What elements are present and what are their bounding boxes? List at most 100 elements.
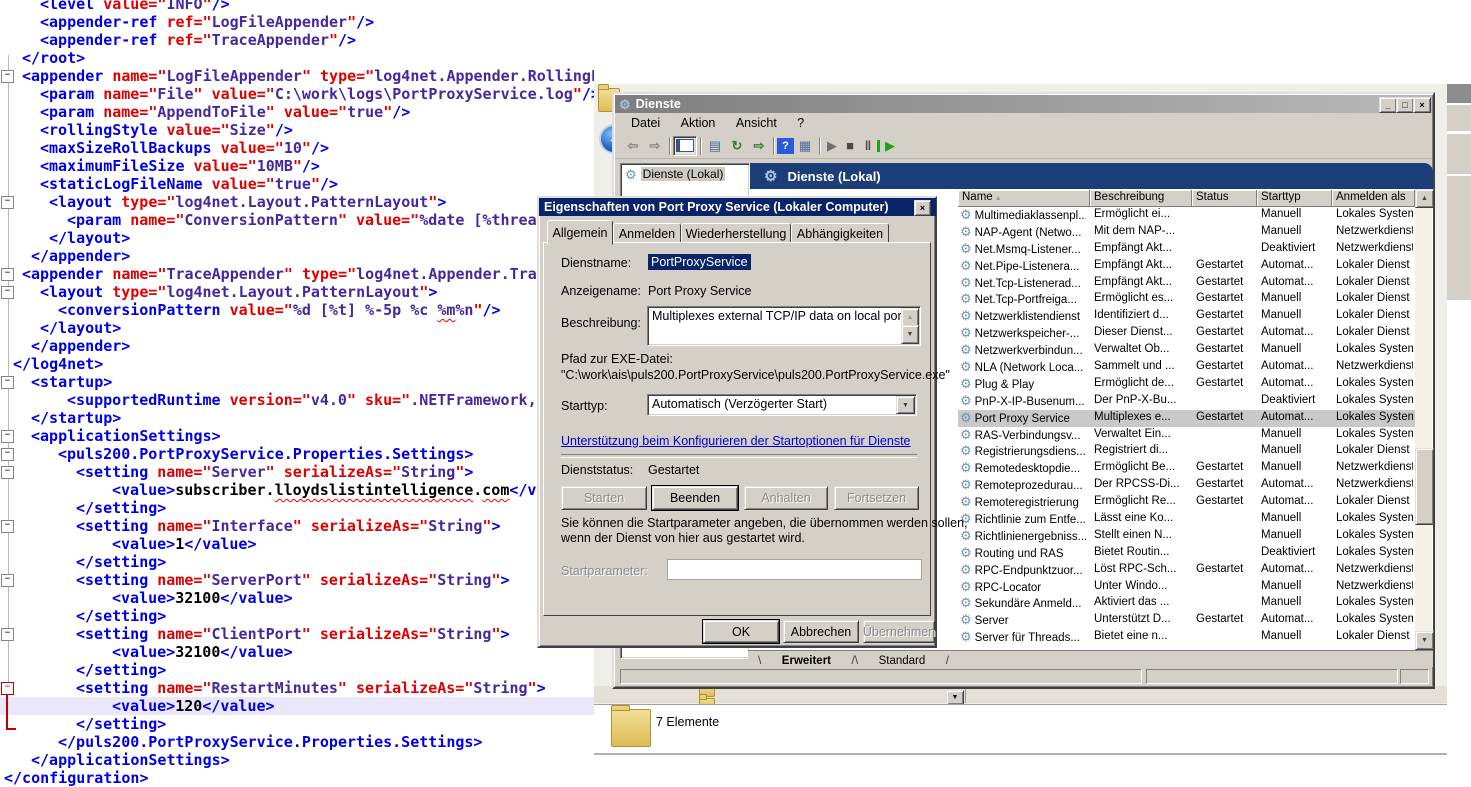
fold-toggle-icon[interactable]: − xyxy=(1,70,14,83)
outline-margin-line xyxy=(8,55,9,695)
show-console-tree-icon[interactable] xyxy=(673,136,697,156)
explorer-combo-dropdown-button[interactable]: ▼ xyxy=(946,690,964,705)
dialog-titlebar: Eigenschaften von Port Proxy Service (Lo… xyxy=(539,198,936,216)
refresh-icon[interactable]: ↻ xyxy=(726,136,748,156)
help-icon[interactable]: ? xyxy=(777,138,794,154)
taskpad-icon[interactable]: ▦ xyxy=(794,136,816,156)
table-row[interactable]: ⚙Remotedesktopdie...Ermöglicht Be...Gest… xyxy=(958,460,1415,477)
code-line: <value>subscriber.lloydslistintelligence… xyxy=(0,481,594,499)
service-name-value[interactable]: PortProxyService xyxy=(648,254,751,270)
table-row[interactable]: ⚙Netzwerkverbindun...Verwaltet Ob...Gest… xyxy=(958,342,1415,359)
cancel-button[interactable]: Abbrechen xyxy=(783,620,859,643)
fold-toggle-icon[interactable]: − xyxy=(1,196,14,209)
column-header-anmelden-als[interactable]: Anmelden als xyxy=(1332,190,1415,207)
table-row[interactable]: ⚙NAP-Agent (Netwo...Mit dem NAP-...Manue… xyxy=(958,224,1415,241)
table-row[interactable]: ⚙Richtlinie zum Entfe...Lässt eine Ko...… xyxy=(958,511,1415,528)
table-row[interactable]: ⚙Sekundäre Anmeld...Aktiviert das ...Man… xyxy=(958,595,1415,612)
export-list-icon[interactable]: ⇨ xyxy=(748,136,770,156)
dialog-close-button[interactable]: × xyxy=(914,200,931,216)
properties-icon[interactable]: ▤ xyxy=(704,136,726,156)
description-label: Beschreibung: xyxy=(561,316,641,330)
fold-toggle-icon[interactable]: − xyxy=(1,286,14,299)
table-row[interactable]: ⚙NetzwerklistendienstIdentifiziert d...G… xyxy=(958,308,1415,325)
xml-code-editor[interactable]: <level value="INFO"/><appender-ref ref="… xyxy=(0,0,594,787)
cell: Ermöglicht de... xyxy=(1094,377,1190,389)
table-row-selected[interactable]: ⚙Port Proxy ServiceMultiplexes e...Gesta… xyxy=(958,410,1415,427)
code-line: <param name="ConversionPattern" value="%… xyxy=(0,211,594,229)
minimize-button[interactable]: _ xyxy=(1379,97,1397,113)
restart-service-icon[interactable]: ▶ xyxy=(877,140,900,152)
table-row[interactable]: ⚙PnP-X-IP-Busenum...Der PnP-X-Bu...Deakt… xyxy=(958,393,1415,410)
table-row[interactable]: ⚙Routing und RASBietet Routin...Deaktivi… xyxy=(958,545,1415,562)
table-row[interactable]: ⚙NLA (Network Loca...Sammelt und ...Gest… xyxy=(958,359,1415,376)
table-row[interactable]: ⚙Net.Pipe-Listenera...Empfängt Akt...Ges… xyxy=(958,258,1415,275)
view-tab-standard[interactable]: Standard xyxy=(863,654,942,667)
scroll-up-button[interactable]: ▲ xyxy=(1415,189,1434,208)
table-row[interactable]: ⚙RAS-Verbindungsv...Verwaltet Ein...Manu… xyxy=(958,427,1415,444)
fold-toggle-icon[interactable]: − xyxy=(1,268,14,281)
pause-service-icon[interactable]: ‖ xyxy=(859,136,877,156)
maximize-button[interactable]: □ xyxy=(1396,97,1414,113)
table-row[interactable]: ⚙Registrierungsdiens...Registriert di...… xyxy=(958,443,1415,460)
view-tab-erweitert[interactable]: Erweitert xyxy=(766,654,847,667)
cell: Lokales System xyxy=(1336,428,1413,440)
table-row[interactable]: ⚙Remoteprozedurau...Der RPCSS-Di...Gesta… xyxy=(958,477,1415,494)
scroll-down-button[interactable]: ▼ xyxy=(1415,631,1434,650)
table-row[interactable]: ⚙ServerUnterstützt D...GestartetAutomat.… xyxy=(958,612,1415,629)
column-header-starttyp[interactable]: Starttyp xyxy=(1257,190,1332,207)
fold-toggle-icon[interactable]: − xyxy=(1,520,14,533)
table-row[interactable]: ⚙Netzwerkspeicher-...Dieser Dienst...Ges… xyxy=(958,325,1415,342)
table-row[interactable]: ⚙Net.Tcp-Portfreiga...Ermöglicht es...Ge… xyxy=(958,291,1415,308)
fold-toggle-icon[interactable]: − xyxy=(1,574,14,587)
back-icon[interactable]: ⇦ xyxy=(622,136,644,156)
table-row[interactable]: ⚙Multimediaklassenpl...Ermöglicht ei...M… xyxy=(958,207,1415,224)
column-header-status[interactable]: Status xyxy=(1192,190,1257,207)
table-row[interactable]: ⚙RPC-Endpunktzuor...Löst RPC-Sch...Gesta… xyxy=(958,562,1415,579)
column-header-beschreibung[interactable]: Beschreibung xyxy=(1090,190,1192,207)
column-header-name[interactable]: Name ▲ xyxy=(958,190,1090,207)
starttype-combobox[interactable]: Automatisch (Verzögerter Start) ▼ xyxy=(647,394,917,416)
service-gear-icon: ⚙ xyxy=(960,208,972,222)
start-params-input[interactable] xyxy=(667,559,922,580)
start-service-icon[interactable]: ▶ xyxy=(823,136,841,156)
startup-options-help-link[interactable]: Unterstützung beim Konfigurieren der Sta… xyxy=(561,434,911,448)
resume-button[interactable]: Fortsetzen xyxy=(834,486,919,510)
menu-datei[interactable]: Datei xyxy=(623,114,668,132)
cell: Netzwerkdienst xyxy=(1336,360,1413,372)
starttype-dropdown-button[interactable]: ▼ xyxy=(896,396,915,414)
table-row[interactable]: ⚙RPC-LocatorUnter Windo...ManuellNetzwer… xyxy=(958,579,1415,596)
fold-toggle-icon[interactable]: − xyxy=(1,430,14,443)
exe-path-value: "C:\work\ais\puls200.PortProxyService\pu… xyxy=(561,368,950,382)
cell: Lokales System xyxy=(1336,546,1413,558)
table-row[interactable]: ⚙RemoteregistrierungErmöglicht Re...Gest… xyxy=(958,494,1415,511)
table-row[interactable]: ⚙Net.Msmq-Listener...Empfängt Akt...Deak… xyxy=(958,241,1415,258)
description-textarea[interactable]: Multiplexes external TCP/IP data on loca… xyxy=(647,306,921,346)
ok-button[interactable]: OK xyxy=(703,620,779,643)
services-scrollbar[interactable]: ▲ ▼ xyxy=(1415,189,1432,648)
cell: Automat... xyxy=(1261,326,1330,338)
table-row[interactable]: ⚙Server für Threads...Bietet eine n...Ma… xyxy=(958,629,1415,646)
scrollbar-thumb[interactable] xyxy=(1415,448,1434,525)
fold-toggle-icon[interactable]: − xyxy=(1,376,14,389)
apply-button[interactable]: Übernehmen xyxy=(863,620,935,643)
tree-node-dienste-lokal[interactable]: ⚙ Dienste (Lokal) xyxy=(625,167,749,181)
menu-aktion[interactable]: Aktion xyxy=(673,114,724,132)
menu-help[interactable]: ? xyxy=(789,114,812,132)
close-button[interactable]: × xyxy=(1413,97,1431,113)
table-row[interactable]: ⚙Richtlinienergebniss...Stellt einen N..… xyxy=(958,528,1415,545)
start-button[interactable]: Starten xyxy=(561,486,647,510)
fold-toggle-icon[interactable]: − xyxy=(1,628,14,641)
forward-icon[interactable]: ⇨ xyxy=(644,136,666,156)
table-row[interactable]: ⚙Net.Tcp-Listenerad...Empfängt Akt...Ges… xyxy=(958,275,1415,292)
menu-ansicht[interactable]: Ansicht xyxy=(728,114,785,132)
stop-button[interactable]: Beenden xyxy=(652,486,738,510)
fold-toggle-icon[interactable]: − xyxy=(1,448,14,461)
description-scroll-down[interactable]: ▼ xyxy=(901,325,919,344)
table-row[interactable]: ⚙Plug & PlayErmöglicht de...GestartetAut… xyxy=(958,376,1415,393)
toolbar-separator xyxy=(819,137,820,155)
tab-allgemein[interactable]: Allgemein xyxy=(547,220,613,245)
cell: Gestartet xyxy=(1196,309,1255,321)
stop-service-icon[interactable]: ■ xyxy=(841,136,859,156)
pause-button[interactable]: Anhalten xyxy=(744,486,828,510)
fold-toggle-icon[interactable]: − xyxy=(1,466,14,479)
